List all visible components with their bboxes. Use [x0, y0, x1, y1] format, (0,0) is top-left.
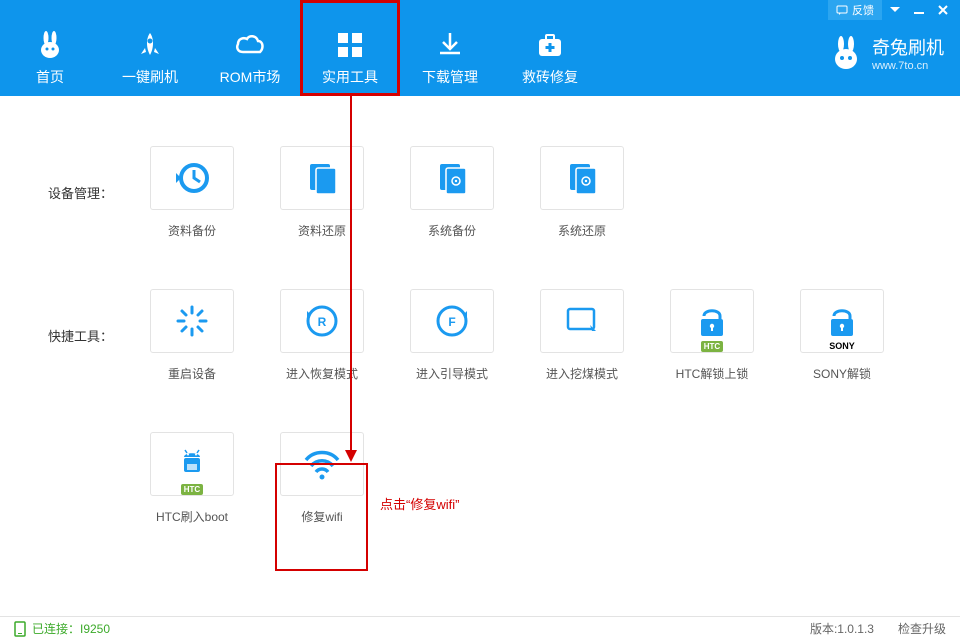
rocket-icon	[135, 29, 165, 61]
grid-icon	[335, 29, 365, 61]
tool-label: 资料备份	[168, 222, 216, 239]
nav-downloads[interactable]: 下载管理	[400, 20, 500, 96]
tool-label: 进入引导模式	[416, 365, 488, 382]
nav-label: 实用工具	[322, 67, 378, 87]
svg-text:R: R	[318, 315, 327, 329]
version-text: 版本:1.0.1.3	[810, 620, 874, 637]
device-status: 已连接：I9250	[32, 620, 110, 637]
quick-tools-section: 快捷工具： 重启设备 R 进入恢复模式 F 进入引导模式 进入挖煤模式 HTC …	[48, 289, 940, 382]
check-update-link[interactable]: 检查升级	[898, 620, 946, 637]
header-nav: 首页 一键刷机 ROM市场 实用工具 下载管理 救砖修复 奇兔刷机 www	[0, 20, 960, 96]
tool-data-restore[interactable]: 资料还原	[278, 146, 366, 239]
arrow-head-icon	[345, 450, 357, 462]
close-button[interactable]	[932, 2, 954, 18]
medkit-icon	[535, 29, 565, 61]
tool-label: HTC刷入boot	[156, 508, 228, 525]
nav-flash[interactable]: 一键刷机	[100, 20, 200, 96]
nav-rom-market[interactable]: ROM市场	[200, 20, 300, 96]
device-icon	[14, 621, 26, 637]
tool-system-backup[interactable]: 系统备份	[408, 146, 496, 239]
nav-label: ROM市场	[220, 67, 281, 87]
device-mgmt-section: 设备管理： 资料备份 资料还原 系统备份 系统还原	[48, 146, 940, 239]
dropdown-button[interactable]	[884, 2, 906, 18]
tool-label: 进入恢复模式	[286, 365, 358, 382]
tool-label: 进入挖煤模式	[546, 365, 618, 382]
svg-text:F: F	[448, 315, 455, 329]
download-mode-icon	[562, 301, 602, 341]
nav-label: 首页	[36, 67, 64, 87]
loading-icon	[172, 301, 212, 341]
annotation-text: 点击“修复wifi”	[380, 494, 459, 513]
tool-fastboot-mode[interactable]: F 进入引导模式	[408, 289, 496, 382]
nav-label: 下载管理	[422, 67, 478, 87]
feedback-button[interactable]: 反馈	[828, 0, 882, 20]
statusbar: 已连接：I9250 版本:1.0.1.3 检查升级	[0, 616, 960, 640]
nav-label: 救砖修复	[522, 67, 578, 87]
tool-fix-wifi[interactable]: 修复wifi	[278, 432, 366, 525]
tool-recovery-mode[interactable]: R 进入恢复模式	[278, 289, 366, 382]
brand-url: www.7to.cn	[872, 60, 944, 72]
fastboot-mode-icon: F	[432, 301, 472, 341]
tool-htc-unlock[interactable]: HTC HTC解锁上锁	[668, 289, 756, 382]
extra-tools-section: HTC HTC刷入boot 修复wifi	[48, 432, 940, 525]
wifi-icon	[300, 444, 344, 484]
tool-htc-boot[interactable]: HTC HTC刷入boot	[148, 432, 236, 525]
rabbit-icon	[35, 29, 65, 61]
tool-label: 系统还原	[558, 222, 606, 239]
nav-home[interactable]: 首页	[0, 20, 100, 96]
gear-file-restore-icon	[562, 158, 602, 198]
tool-label: 修复wifi	[301, 508, 342, 525]
tool-download-mode[interactable]: 进入挖煤模式	[538, 289, 626, 382]
htc-badge: HTC	[701, 341, 723, 352]
section-label: 设备管理：	[48, 183, 148, 202]
nav-recovery[interactable]: 救砖修复	[500, 20, 600, 96]
tool-label: SONY解锁	[813, 365, 871, 382]
cloud-icon	[233, 29, 267, 61]
file-restore-icon	[302, 158, 342, 198]
nav-tools[interactable]: 实用工具	[300, 20, 400, 96]
brand: 奇兔刷机 www.7to.cn	[828, 34, 944, 72]
arrow-line	[350, 96, 352, 452]
minimize-button[interactable]	[908, 2, 930, 18]
feedback-label: 反馈	[852, 2, 874, 18]
htc-badge: HTC	[181, 484, 203, 495]
content: 设备管理： 资料备份 资料还原 系统备份 系统还原 快捷工具：	[0, 96, 960, 616]
download-icon	[435, 29, 465, 61]
clock-backup-icon	[172, 158, 212, 198]
titlebar: 反馈	[0, 0, 960, 20]
tool-data-backup[interactable]: 资料备份	[148, 146, 236, 239]
tool-sony-unlock[interactable]: SONY SONY解锁	[798, 289, 886, 382]
recovery-mode-icon: R	[302, 301, 342, 341]
section-label: 快捷工具：	[48, 326, 148, 345]
tool-label: 系统备份	[428, 222, 476, 239]
gear-file-backup-icon	[432, 158, 472, 198]
brand-rabbit-icon	[828, 35, 864, 71]
nav-label: 一键刷机	[122, 67, 178, 87]
android-icon	[172, 444, 212, 484]
tool-reboot[interactable]: 重启设备	[148, 289, 236, 382]
brand-title: 奇兔刷机	[872, 34, 944, 60]
tool-system-restore[interactable]: 系统还原	[538, 146, 626, 239]
tool-label: HTC解锁上锁	[676, 365, 749, 382]
tool-label: 资料还原	[298, 222, 346, 239]
tool-label: 重启设备	[168, 365, 216, 382]
sony-badge: SONY	[829, 341, 855, 351]
